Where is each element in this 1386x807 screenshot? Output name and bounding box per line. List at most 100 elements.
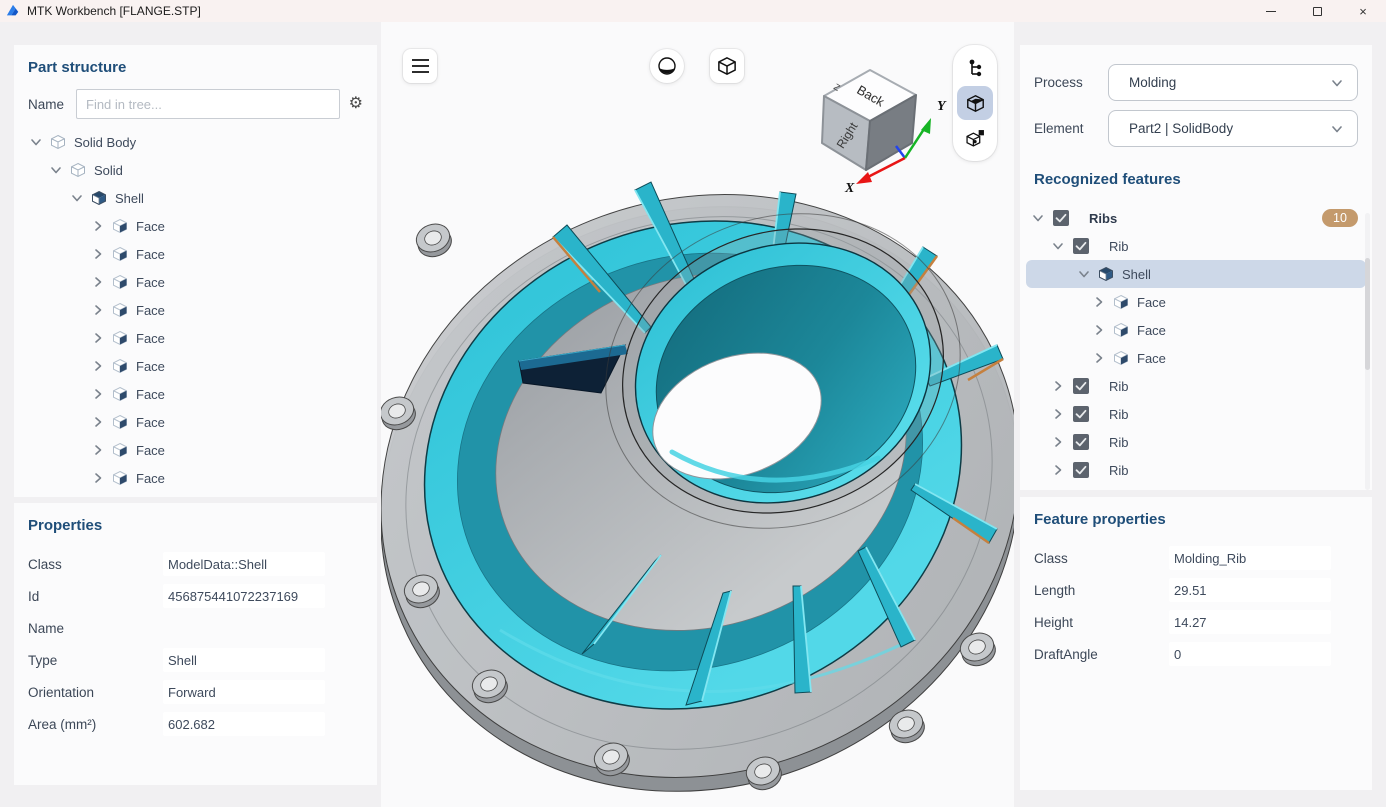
find-in-tree-input[interactable]	[76, 89, 340, 119]
chevron-down-icon[interactable]	[1052, 240, 1064, 252]
chevron-right-icon[interactable]	[1052, 380, 1064, 392]
chevron-right-icon[interactable]	[92, 304, 104, 316]
chevron-right-icon[interactable]	[92, 276, 104, 288]
tree-settings-button[interactable]: ⚙	[349, 96, 363, 112]
property-row: Id456875441072237169	[14, 580, 377, 612]
feature-row-rib[interactable]: Rib	[1020, 232, 1372, 260]
tree-row-face[interactable]: Face	[14, 296, 377, 324]
tree-row-face[interactable]: Face	[14, 380, 377, 408]
part-structure-panel: Part structure Name ⚙ Solid Body Solid S…	[14, 45, 377, 497]
tree-row-label: Face	[136, 415, 165, 430]
tree-row-face[interactable]: Face	[14, 408, 377, 436]
tree-row-shell[interactable]: Shell	[14, 184, 377, 212]
shaded-display-mode-button[interactable]	[650, 49, 684, 83]
tree-row-face[interactable]: Face	[14, 324, 377, 352]
title-bar: MTK Workbench [FLANGE.STP] ×	[0, 0, 1386, 22]
exploded-view-button[interactable]	[957, 121, 993, 155]
chevron-down-icon[interactable]	[1032, 212, 1044, 224]
feature-row-rib[interactable]: Rib	[1020, 428, 1372, 456]
property-value: ModelData::Shell	[163, 552, 325, 576]
chevron-right-icon[interactable]	[92, 416, 104, 428]
ribs-count-badge: 10	[1322, 209, 1358, 227]
scrollbar-thumb[interactable]	[1365, 258, 1370, 370]
chevron-right-icon[interactable]	[1052, 408, 1064, 420]
checkbox-checked[interactable]	[1052, 209, 1070, 227]
process-row: Process Molding	[1034, 64, 1358, 101]
tree-row-face[interactable]: Face	[14, 436, 377, 464]
properties-grid: ClassModelData::Shell Id4568754410722371…	[14, 548, 377, 740]
minimize-button[interactable]	[1248, 0, 1294, 22]
checkbox-checked[interactable]	[1072, 461, 1090, 479]
tree-row-face[interactable]: Face	[14, 212, 377, 240]
feature-row-rib[interactable]: Rib	[1020, 372, 1372, 400]
feature-row-face[interactable]: Face	[1020, 288, 1372, 316]
feature-properties-title: Feature properties	[1020, 497, 1372, 528]
main-menu-button[interactable]	[403, 49, 437, 83]
tree-row-label: Face	[136, 219, 165, 234]
chevron-right-icon[interactable]	[92, 388, 104, 400]
feature-row-ribs[interactable]: Ribs 10	[1020, 204, 1372, 232]
flange-model[interactable]	[381, 106, 1014, 807]
tree-row-solid[interactable]: Solid	[14, 156, 377, 184]
property-label: Class	[1034, 551, 1169, 566]
property-value: 602.682	[163, 712, 325, 736]
tree-row-face[interactable]: Face	[14, 240, 377, 268]
chevron-right-icon[interactable]	[1052, 436, 1064, 448]
tree-row-face[interactable]: Face	[14, 464, 377, 492]
solid-icon	[70, 162, 86, 178]
chevron-down-icon[interactable]	[50, 164, 62, 176]
checkbox-checked[interactable]	[1072, 237, 1090, 255]
feature-row-shell-selected[interactable]: Shell	[1026, 260, 1366, 288]
tree-row-label: Face	[136, 247, 165, 262]
face-icon	[112, 330, 128, 346]
hierarchy-icon	[967, 59, 984, 78]
face-icon	[1113, 294, 1129, 310]
feature-row-face[interactable]: Face	[1020, 344, 1372, 372]
tree-row-label: Solid	[94, 163, 123, 178]
chevron-right-icon[interactable]	[92, 332, 104, 344]
structure-view-button[interactable]	[957, 51, 993, 85]
chevron-down-icon[interactable]	[30, 136, 42, 148]
checkbox-checked[interactable]	[1072, 377, 1090, 395]
solid-view-button[interactable]	[957, 86, 993, 120]
chevron-right-icon[interactable]	[92, 472, 104, 484]
property-row: DraftAngle0	[1020, 638, 1372, 670]
chevron-right-icon[interactable]	[1093, 296, 1105, 308]
element-select[interactable]: Part2 | SolidBody	[1108, 110, 1358, 147]
chevron-right-icon[interactable]	[92, 220, 104, 232]
checkbox-checked[interactable]	[1072, 433, 1090, 451]
feature-row-rib[interactable]: Rib	[1020, 456, 1372, 484]
chevron-right-icon[interactable]	[92, 360, 104, 372]
features-panel: Process Molding Element Part2 | SolidBod…	[1020, 45, 1372, 490]
chevron-right-icon[interactable]	[1093, 352, 1105, 364]
close-button[interactable]: ×	[1340, 0, 1386, 22]
maximize-icon	[1313, 7, 1322, 16]
property-value: 14.27	[1169, 610, 1331, 634]
chevron-right-icon[interactable]	[92, 248, 104, 260]
feature-row-face[interactable]: Face	[1020, 316, 1372, 344]
3d-viewport-canvas[interactable]: Back Right Z X Y	[381, 22, 1014, 807]
chevron-down-icon[interactable]	[1078, 268, 1090, 280]
wireframe-display-mode-button[interactable]	[710, 49, 744, 83]
chevron-right-icon[interactable]	[92, 444, 104, 456]
window-controls: ×	[1248, 0, 1386, 22]
feature-row-label: Rib	[1109, 379, 1129, 394]
chevron-right-icon[interactable]	[1093, 324, 1105, 336]
feature-row-label: Rib	[1109, 463, 1129, 478]
chevron-down-icon[interactable]	[71, 192, 83, 204]
face-icon	[112, 470, 128, 486]
property-value	[163, 616, 325, 640]
maximize-button[interactable]	[1294, 0, 1340, 22]
tree-row-face[interactable]: Face	[14, 352, 377, 380]
checkbox-checked[interactable]	[1072, 405, 1090, 423]
feature-row-rib[interactable]: Rib	[1020, 400, 1372, 428]
process-select[interactable]: Molding	[1108, 64, 1358, 101]
property-label: Length	[1034, 583, 1169, 598]
feature-properties-panel: Feature properties ClassMolding_Rib Leng…	[1020, 497, 1372, 790]
tree-row-label: Face	[136, 359, 165, 374]
tree-row-face[interactable]: Face	[14, 268, 377, 296]
tree-row-solid-body[interactable]: Solid Body	[14, 128, 377, 156]
chevron-right-icon[interactable]	[1052, 464, 1064, 476]
feature-row-label: Rib	[1109, 407, 1129, 422]
property-label: Height	[1034, 615, 1169, 630]
